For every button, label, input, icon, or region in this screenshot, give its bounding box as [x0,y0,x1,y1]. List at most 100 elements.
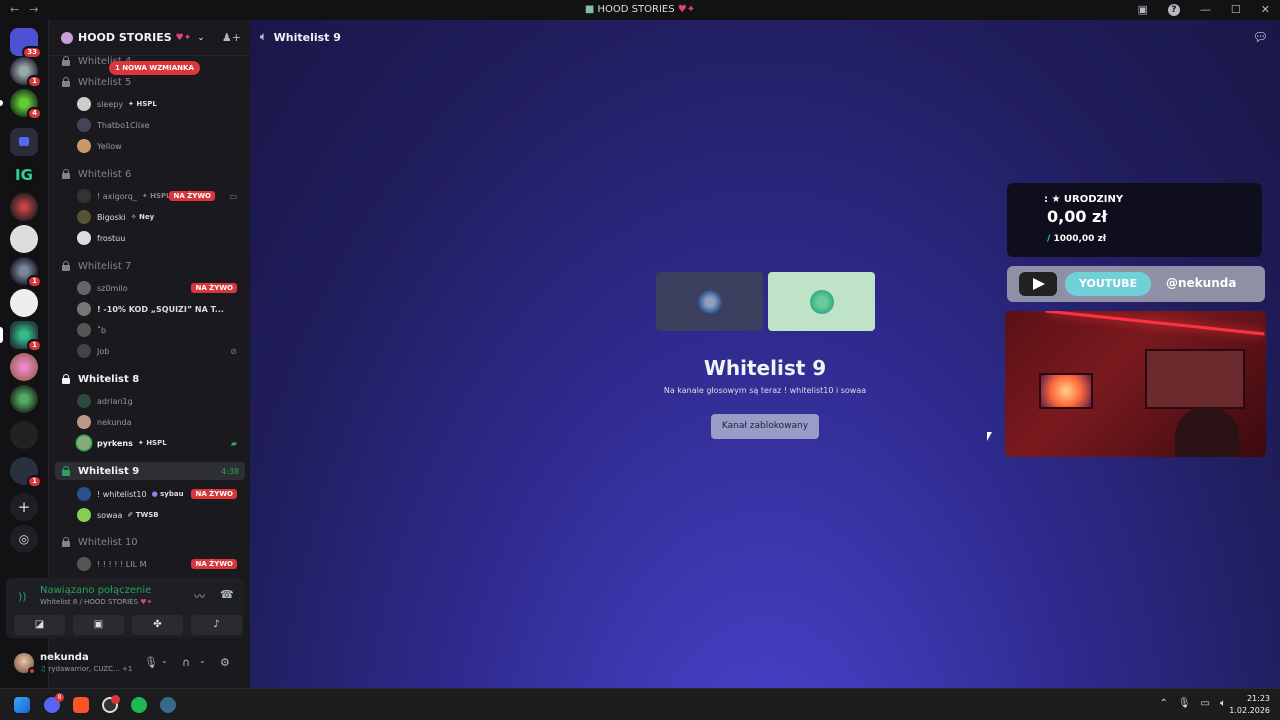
noise-suppression-icon[interactable]: 〰 [194,588,205,604]
server-icon[interactable] [10,289,38,317]
clock[interactable]: 21:23 1.02.2026 [1229,693,1270,717]
channel-whitelist-8[interactable]: Whitelist 8 [55,370,245,388]
donation-goal-overlay: : ★ URODZINY 0,00 zł / 1000,00 zł [1007,183,1262,257]
maximize-button[interactable]: ☐ [1231,3,1241,16]
voice-user[interactable]: ! -10% KOD „SQUIZI” NA T... [77,300,241,318]
voice-user[interactable]: ! axigorq_ ✦ HSPL NA ŻYWO ▭ [77,187,241,205]
channel-locked-button[interactable]: Kanał zablokowany [711,414,819,439]
heart-icon: ♥✦ [175,32,192,43]
server-icon[interactable] [10,385,38,413]
voice-user[interactable]: frostuu [77,229,241,247]
voice-user[interactable]: ˚b [77,321,241,339]
chevron-down-icon[interactable]: ⌄ [199,656,206,665]
channel-whitelist-9[interactable]: Whitelist 9 4:38 [55,462,245,480]
system-tray: ⌃ 🎙︎ ▭ 🔈︎ [1159,698,1226,709]
volume-icon[interactable]: 🔈︎ [1220,698,1226,709]
server-icon[interactable] [10,193,38,221]
username[interactable]: nekunda [40,652,89,663]
minimize-button[interactable]: — [1200,3,1211,16]
add-server-icon[interactable]: + [10,493,38,521]
app-icon[interactable] [102,695,120,713]
channel-timer: 4:38 [221,466,239,476]
soundboard-button[interactable]: ♪ [191,615,242,635]
help-icon[interactable]: ? [1167,3,1180,16]
close-button[interactable]: ✕ [1261,3,1270,16]
discord-taskbar-icon[interactable]: 8 [44,693,64,713]
avatar [77,281,91,295]
voice-status[interactable]: Nawiązano połączenie [40,585,151,596]
microphone-icon[interactable]: 🎙︎ [144,656,158,669]
voice-user[interactable]: Thatbo1Clixe [77,116,241,134]
app-icon[interactable] [160,697,176,713]
chat-icon[interactable]: 💬︎ [1253,30,1268,44]
server-icon[interactable]: 1 [10,257,42,288]
folder-icon[interactable] [10,128,38,156]
network-icon[interactable]: ▭ [1201,698,1210,709]
chevron-down-icon[interactable]: ⌄ [161,656,168,665]
channel-whitelist-7[interactable]: Whitelist 7 [55,257,245,275]
server-icon[interactable] [10,225,38,253]
avatar [77,415,91,429]
voice-user[interactable]: ! ! ! ! ! LIL M NA ŻYWO [77,555,241,573]
server-icon[interactable]: IG [10,161,38,189]
screen-share-button[interactable]: ▣ [73,615,124,635]
voice-user[interactable]: ! whitelist10 ● sybau NA ŻYWO [77,485,241,503]
server-folder-icon[interactable]: 1 [10,457,42,488]
voice-user[interactable]: nekunda [77,413,241,431]
spotify-icon[interactable] [131,697,147,713]
youtube-overlay: YOUTUBE @nekunda [1007,266,1265,302]
participant-tile[interactable] [656,272,763,331]
activities-button[interactable]: ✤ [132,615,183,635]
vc-title: Whitelist 9 [703,356,827,380]
server-icon[interactable]: 1 [10,321,42,352]
guild-name: HOOD STORIES [78,31,172,44]
server-icon[interactable]: 4 [10,89,42,120]
webcam-feed [1005,311,1266,457]
screen-icon: ▭ [229,191,237,201]
game-icon: ▰ [230,438,237,448]
voice-user[interactable]: pyrkens ✦ HSPL ▰ [77,434,241,452]
voice-user[interactable]: Bigoski ✧ Ney [77,208,241,226]
signal-icon[interactable]: )) [18,590,27,603]
discover-icon[interactable]: ◎ [10,525,38,553]
voice-user[interactable]: sleepy ✦ HSPL [77,95,241,113]
avatar [810,290,834,314]
voice-user[interactable]: Job ⊘ [77,342,241,360]
disconnect-icon[interactable]: ☎ [220,588,234,601]
channel-title: Whitelist 9 [273,30,341,44]
channel-whitelist-6[interactable]: Whitelist 6 [55,165,245,183]
dm-home-icon[interactable]: 33 [10,28,42,59]
live-badge: NA ŻYWO [191,283,237,293]
inbox-icon[interactable]: ▣ [1138,3,1148,16]
server-icon[interactable] [10,353,38,381]
guild-header[interactable]: HOOD STORIES ♥✦ ⌄ ♟+ [49,20,251,56]
avatar [77,210,91,224]
microphone-icon[interactable]: 🎙︎ [1178,698,1191,709]
status-dot [28,667,36,675]
chevron-up-icon[interactable]: ⌃ [1159,698,1167,709]
add-member-icon[interactable]: ♟+ [222,31,241,44]
voice-user[interactable]: Yellow [77,137,241,155]
voice-user[interactable]: adrian1g [77,392,241,410]
user-status: ♫ rydawarrior, CUZC... +1 [40,665,133,673]
camera-button[interactable]: ◪ [14,615,65,635]
avatar [77,487,91,501]
voice-user[interactable]: sowaa ✐ TWSB [77,506,241,524]
lock-icon [61,537,71,547]
speaker-icon: 🔈︎ [260,30,267,43]
voice-location[interactable]: Whitelist 8 / HOOD STORIES ♥✦ [40,598,152,606]
brave-icon[interactable] [73,697,89,713]
windows-start-icon[interactable] [14,697,30,713]
channel-whitelist-5[interactable]: Whitelist 5 [55,73,245,91]
lock-icon [61,466,71,476]
channel-whitelist-10[interactable]: Whitelist 10 [55,533,245,551]
server-folder-icon[interactable] [10,421,38,449]
server-icon[interactable]: 1 [10,57,42,88]
participant-tile[interactable] [768,272,875,331]
chevron-down-icon: ⌄ [197,32,205,43]
settings-icon[interactable]: ⚙ [220,656,230,669]
headphones-icon[interactable]: ∩ [182,656,190,669]
voice-user[interactable]: sz0milo NA ŻYWO [77,279,241,297]
vc-subtitle: Na kanale głosowym są teraz ! whitelist1… [663,386,867,395]
user-tag: ✧ Ney [130,213,155,221]
